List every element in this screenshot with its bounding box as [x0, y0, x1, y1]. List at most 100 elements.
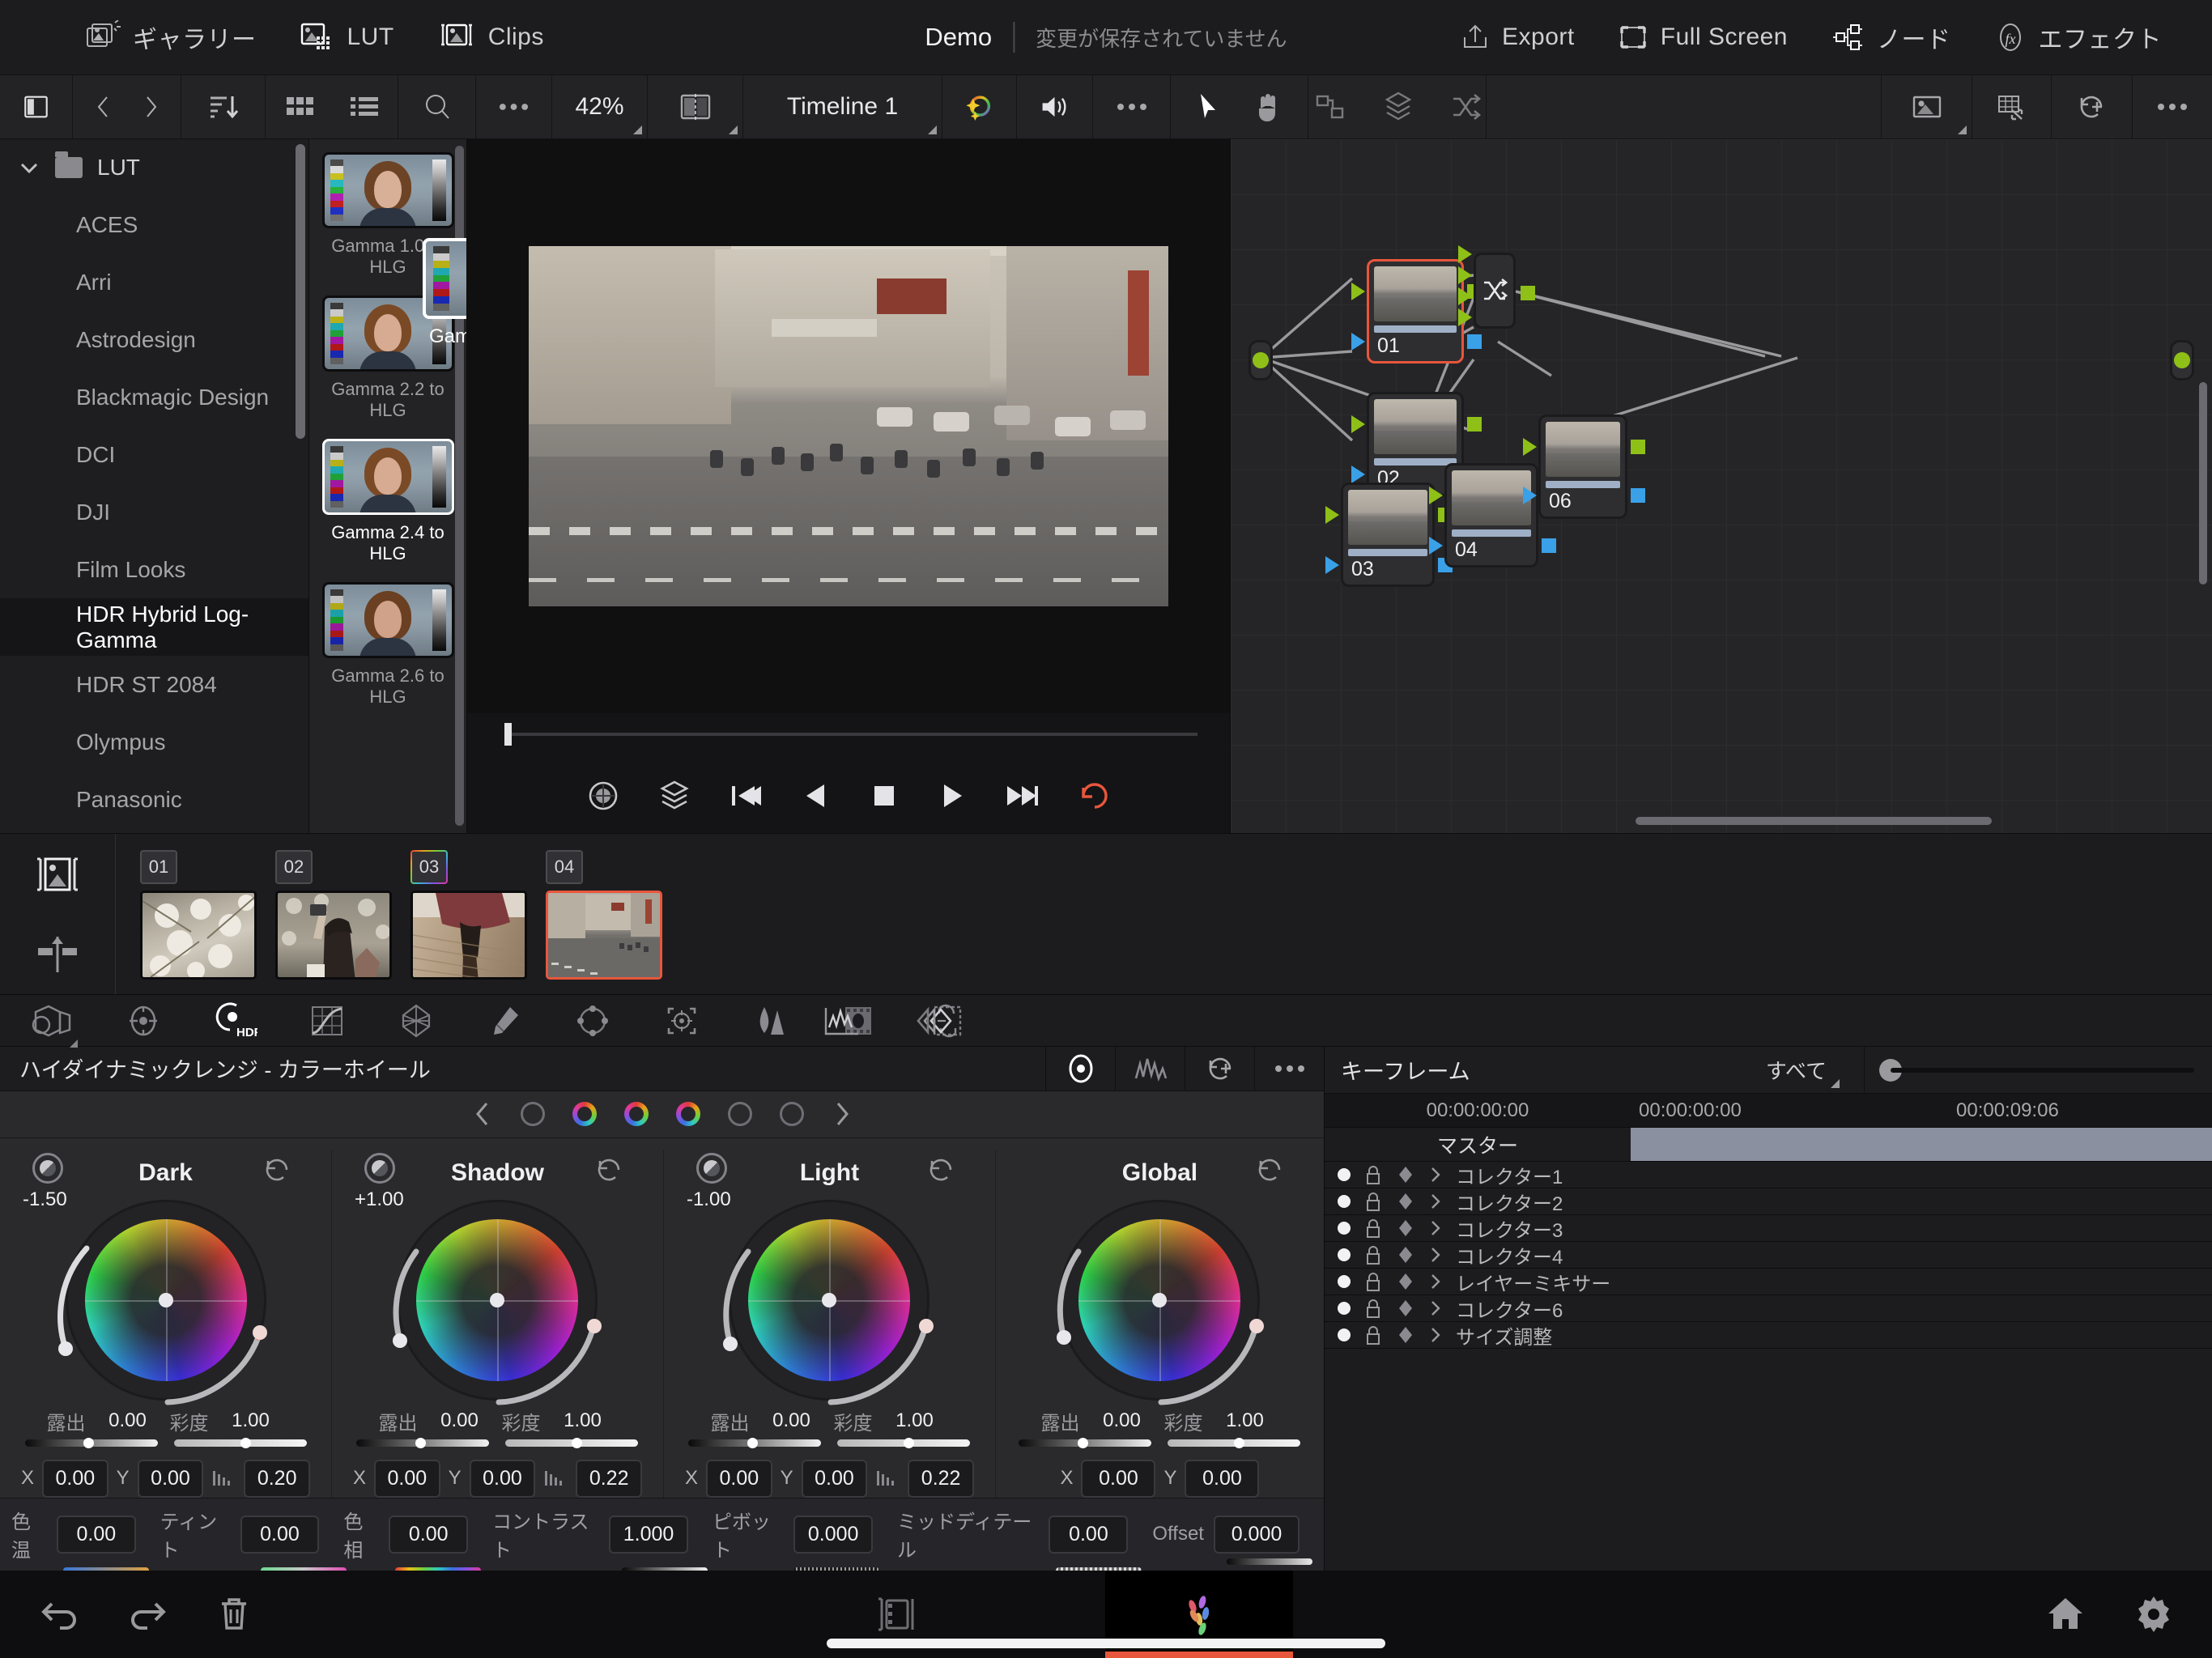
exposure-slider[interactable] — [24, 1437, 158, 1448]
track-lane[interactable] — [1631, 1215, 2212, 1241]
node-input-port-blue[interactable] — [1325, 556, 1339, 574]
keyframe-track-row[interactable]: コレクター3 — [1325, 1215, 2212, 1242]
layers-button[interactable] — [1382, 90, 1414, 124]
search-button[interactable] — [398, 75, 476, 138]
enable-dot-icon[interactable] — [1338, 1275, 1351, 1288]
track-lane[interactable] — [1631, 1162, 2212, 1188]
node-input-port-green[interactable] — [1523, 438, 1537, 456]
tree-item-olympus[interactable]: Olympus — [0, 713, 308, 771]
node-01[interactable]: 01 — [1351, 259, 1482, 363]
shuffle-button[interactable] — [1448, 91, 1482, 123]
skip-forward-icon[interactable] — [1004, 780, 1041, 812]
y-value[interactable]: 0.00 — [137, 1459, 204, 1498]
wheel-nav-dot-3[interactable] — [623, 1102, 649, 1127]
power-windows-icon[interactable] — [573, 1002, 612, 1039]
layers-icon[interactable] — [657, 778, 691, 814]
loop-icon[interactable] — [1077, 778, 1112, 814]
keyframe-track-row[interactable]: コレクター2 — [1325, 1188, 2212, 1215]
tree-item-film-looks[interactable]: Film Looks — [0, 541, 308, 598]
node-06[interactable]: 06 — [1523, 414, 1645, 519]
y-value[interactable]: 0.00 — [469, 1459, 536, 1498]
zoom-level-button[interactable]: 42% — [552, 75, 648, 138]
global-wheel-control[interactable] — [1057, 1199, 1265, 1405]
tree-root-lut[interactable]: LUT — [0, 139, 308, 196]
wheel-nav-prev[interactable] — [472, 1100, 493, 1128]
wheel-nav-dot-4[interactable] — [675, 1102, 700, 1127]
clip-03[interactable]: 03 — [410, 850, 527, 980]
tree-item-hdr-hybrid-log-gamma[interactable]: HDR Hybrid Log-Gamma — [0, 598, 308, 656]
clip-01[interactable]: 01 — [140, 850, 257, 980]
y-value[interactable]: 0.00 — [1185, 1459, 1260, 1498]
split-view-button[interactable] — [648, 75, 743, 138]
node-output-port-blue[interactable] — [1542, 538, 1556, 553]
reset-history-button[interactable] — [2052, 75, 2133, 138]
x-value[interactable]: 0.00 — [374, 1459, 440, 1498]
node-output-port-blue[interactable] — [1631, 488, 1645, 503]
node-output-port-green[interactable] — [1631, 440, 1645, 454]
sidebar-toggle-button[interactable] — [0, 75, 73, 138]
exposure-slider[interactable] — [688, 1437, 822, 1448]
hdr-wheels-icon[interactable]: HDR — [212, 1001, 257, 1041]
tint-value[interactable]: 0.00 — [240, 1515, 320, 1554]
mixer-output-port[interactable] — [1521, 286, 1535, 300]
mid-detail-value[interactable]: 0.00 — [1049, 1515, 1129, 1554]
node-input-port-blue[interactable] — [1351, 466, 1365, 483]
wheel-nav-next[interactable] — [832, 1100, 853, 1128]
color-warper-icon[interactable] — [397, 1002, 436, 1039]
exposure-slider[interactable] — [1019, 1437, 1152, 1448]
scrubber-handle[interactable] — [504, 723, 512, 746]
play-reverse-icon[interactable] — [800, 780, 832, 812]
keyframe-track-row[interactable]: コレクター6 — [1325, 1295, 2212, 1322]
undo-button[interactable] — [37, 1594, 81, 1635]
shadow-wheel-control[interactable] — [393, 1199, 602, 1405]
mixer-input-port-3[interactable] — [1458, 287, 1472, 305]
saturation-slider[interactable] — [837, 1437, 971, 1448]
tree-item-arri[interactable]: Arri — [0, 253, 308, 311]
node-input-port-green[interactable] — [1429, 487, 1443, 504]
nav-next-button[interactable] — [142, 91, 161, 123]
play-icon[interactable] — [936, 780, 968, 812]
offset-value[interactable]: 0.000 — [1213, 1515, 1300, 1554]
x-value[interactable]: 0.00 — [1081, 1459, 1156, 1498]
enable-dot-icon[interactable] — [1338, 1248, 1351, 1261]
list-view-button[interactable] — [349, 93, 380, 121]
timeline-selector[interactable]: Timeline 1 — [743, 75, 942, 138]
node-graph[interactable]: 01 02 03 04 06 — [1231, 139, 2212, 833]
color-page-icon[interactable] — [870, 1592, 924, 1636]
tree-item-hdr-st-2084[interactable]: HDR ST 2084 — [0, 656, 308, 713]
track-lane[interactable] — [1631, 1322, 2212, 1348]
layer-mixer-node[interactable] — [1458, 245, 1535, 329]
mixer-input-port-2[interactable] — [1458, 266, 1472, 284]
viewer-more-button[interactable] — [1093, 75, 1171, 138]
export-button[interactable]: Export — [1439, 21, 1596, 53]
tree-item-blackmagic-design[interactable]: Blackmagic Design — [0, 368, 308, 426]
node-input-port-green[interactable] — [1351, 283, 1365, 300]
track-lane[interactable] — [1631, 1269, 2212, 1295]
output-node[interactable] — [2170, 340, 2194, 380]
enable-dot-icon[interactable] — [1338, 1329, 1351, 1341]
add-keyframe-button[interactable] — [1185, 1047, 1254, 1090]
output-input-port[interactable] — [2174, 352, 2190, 368]
node-graph-vscrollbar[interactable] — [2199, 382, 2207, 585]
keyframe-track-row[interactable]: コレクター1 — [1325, 1162, 2212, 1188]
gallery-more-button[interactable] — [476, 75, 552, 138]
lut-item-gamma-2-4[interactable]: Gamma 2.4 to HLG — [321, 439, 454, 564]
scopes-icon[interactable] — [819, 1001, 865, 1040]
source-output-port[interactable] — [1253, 352, 1269, 368]
saturation-slider[interactable] — [173, 1437, 307, 1448]
nodes-button[interactable]: ノード — [1809, 19, 1972, 55]
keyframes-master-row[interactable]: マスター — [1325, 1128, 2212, 1162]
arrow-cursor-button[interactable] — [1196, 91, 1220, 123]
node-more-button[interactable] — [2133, 75, 2212, 138]
light-wheel-control[interactable] — [723, 1199, 934, 1405]
color-wheels-icon[interactable] — [125, 1002, 162, 1039]
log-wheels-button[interactable] — [1115, 1047, 1185, 1090]
pivot-value[interactable]: 0.000 — [793, 1515, 874, 1554]
keyframe-track-row[interactable]: コレクター4 — [1325, 1242, 2212, 1269]
wheel-nav-dot-1[interactable] — [520, 1102, 545, 1127]
effects-button[interactable]: fx エフェクト — [1972, 19, 2184, 55]
keyframe-track-row[interactable]: レイヤーミキサー — [1325, 1269, 2212, 1295]
primaries-button[interactable] — [1045, 1047, 1115, 1090]
range-value[interactable]: 0.22 — [908, 1459, 974, 1498]
grid-view-button[interactable] — [284, 93, 317, 121]
